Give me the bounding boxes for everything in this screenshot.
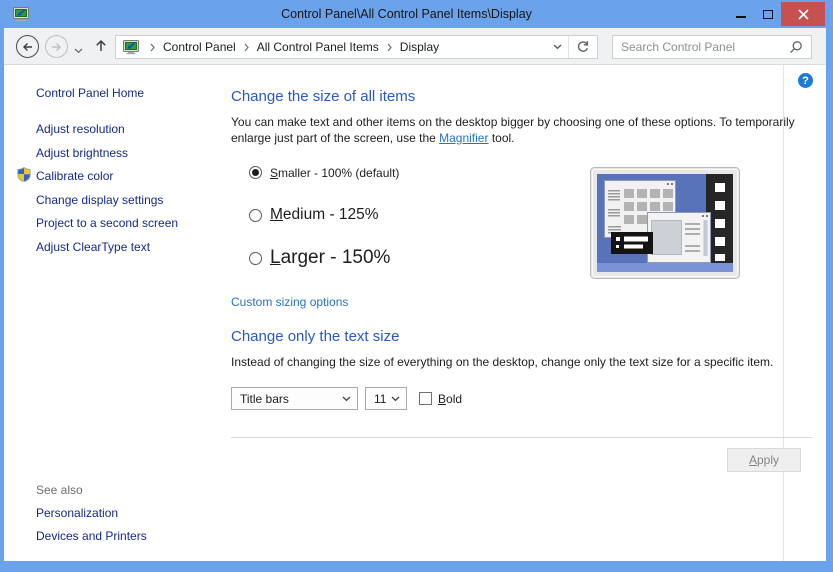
font-size-value: 11 bbox=[374, 391, 387, 406]
chevron-down-icon bbox=[342, 396, 357, 402]
title-bar: Control Panel\All Control Panel Items\Di… bbox=[0, 0, 833, 28]
maximize-button[interactable] bbox=[754, 2, 781, 26]
apply-separator bbox=[231, 437, 812, 438]
page-content: Control Panel Home Adjust resolution Adj… bbox=[4, 65, 826, 561]
breadcrumb-chevron-icon bbox=[387, 43, 392, 52]
sidebar-item-calibrate-color[interactable]: Calibrate color bbox=[36, 169, 113, 183]
sidebar-item-control-panel-home[interactable]: Control Panel Home bbox=[36, 86, 144, 100]
chevron-down-icon bbox=[74, 48, 83, 54]
forward-button[interactable] bbox=[45, 35, 68, 58]
radio-option-larger[interactable]: Larger - 150% bbox=[249, 247, 390, 269]
navigation-toolbar: Control Panel All Control Panel Items Di… bbox=[4, 28, 826, 65]
text-section-description: Instead of changing the size of everythi… bbox=[231, 355, 774, 369]
close-icon bbox=[797, 8, 809, 20]
recent-pages-dropdown[interactable] bbox=[74, 43, 83, 57]
caption-buttons bbox=[727, 2, 825, 26]
window-body: Control Panel All Control Panel Items Di… bbox=[4, 28, 826, 561]
minimize-button[interactable] bbox=[727, 2, 754, 26]
address-bar[interactable]: Control Panel All Control Panel Items Di… bbox=[115, 35, 598, 59]
radio-label: Medium - 125% bbox=[270, 206, 379, 223]
description-line-1: You can make text and other items on the… bbox=[231, 115, 795, 129]
section-heading-text-size: Change only the text size bbox=[231, 328, 400, 345]
radio-button[interactable] bbox=[249, 166, 262, 179]
radio-label: Larger - 150% bbox=[270, 247, 391, 268]
sidebar-item-change-display-settings[interactable]: Change display settings bbox=[36, 193, 163, 207]
radio-label: Smaller - 100% (default) bbox=[270, 165, 400, 180]
item-type-value: Title bars bbox=[240, 391, 289, 406]
text-size-controls: Title bars 11 Bold bbox=[231, 387, 462, 410]
display-monitor-icon bbox=[13, 6, 29, 22]
search-box bbox=[612, 35, 812, 59]
radio-button[interactable] bbox=[249, 208, 262, 222]
sidebar-item-project-second-screen[interactable]: Project to a second screen bbox=[36, 216, 178, 230]
sidebar-item-devices-and-printers[interactable]: Devices and Printers bbox=[36, 529, 147, 543]
sidebar-item-adjust-resolution[interactable]: Adjust resolution bbox=[36, 122, 125, 136]
back-arrow-icon bbox=[23, 42, 32, 51]
address-display-icon bbox=[123, 39, 139, 55]
breadcrumb-display[interactable]: Display bbox=[398, 36, 441, 58]
radio-button[interactable] bbox=[249, 251, 262, 265]
sidebar-item-adjust-brightness[interactable]: Adjust brightness bbox=[36, 146, 128, 160]
up-button[interactable] bbox=[92, 37, 110, 55]
apply-button[interactable]: Apply bbox=[727, 448, 801, 472]
display-preview-graphic bbox=[590, 167, 740, 282]
bold-label[interactable]: Bold bbox=[438, 392, 462, 406]
description-line-2: enlarge just part of the screen, use the… bbox=[231, 131, 515, 145]
breadcrumb-chevron-icon bbox=[244, 43, 249, 52]
item-type-select[interactable]: Title bars bbox=[231, 387, 358, 410]
magnifier-link[interactable]: Magnifier bbox=[439, 131, 488, 145]
window-title: Control Panel\All Control Panel Items\Di… bbox=[281, 7, 532, 21]
help-icon: ? bbox=[802, 74, 809, 87]
close-button[interactable] bbox=[781, 2, 825, 26]
back-button[interactable] bbox=[16, 35, 39, 58]
help-button[interactable]: ? bbox=[798, 73, 813, 88]
font-size-select[interactable]: 11 bbox=[365, 387, 407, 410]
refresh-button[interactable] bbox=[569, 36, 597, 58]
minimize-icon bbox=[735, 16, 746, 18]
display-window: Control Panel\All Control Panel Items\Di… bbox=[0, 0, 833, 572]
custom-sizing-options-link[interactable]: Custom sizing options bbox=[231, 295, 348, 309]
bold-checkbox[interactable] bbox=[419, 392, 432, 405]
up-arrow-icon bbox=[96, 39, 106, 51]
maximize-icon bbox=[762, 9, 773, 19]
radio-option-medium[interactable]: Medium - 125% bbox=[249, 205, 379, 225]
size-section-description: You can make text and other items on the… bbox=[231, 114, 795, 146]
section-heading-size-of-all-items: Change the size of all items bbox=[231, 88, 416, 105]
chevron-down-icon bbox=[553, 44, 561, 50]
see-also-header: See also bbox=[36, 483, 83, 497]
search-icon[interactable] bbox=[789, 40, 803, 54]
sidebar-item-personalization[interactable]: Personalization bbox=[36, 506, 118, 520]
chevron-down-icon bbox=[391, 396, 406, 402]
search-input[interactable] bbox=[613, 40, 789, 54]
breadcrumb-chevron-icon bbox=[150, 43, 155, 52]
forward-arrow-icon bbox=[52, 42, 61, 51]
address-dropdown-button[interactable] bbox=[546, 36, 568, 58]
uac-shield-icon bbox=[17, 167, 31, 185]
refresh-icon bbox=[577, 41, 589, 52]
breadcrumb-control-panel[interactable]: Control Panel bbox=[161, 36, 238, 58]
breadcrumb-all-control-panel-items[interactable]: All Control Panel Items bbox=[255, 36, 381, 58]
sidebar-item-adjust-cleartype[interactable]: Adjust ClearType text bbox=[36, 240, 150, 254]
radio-option-smaller[interactable]: Smaller - 100% (default) bbox=[249, 165, 399, 180]
